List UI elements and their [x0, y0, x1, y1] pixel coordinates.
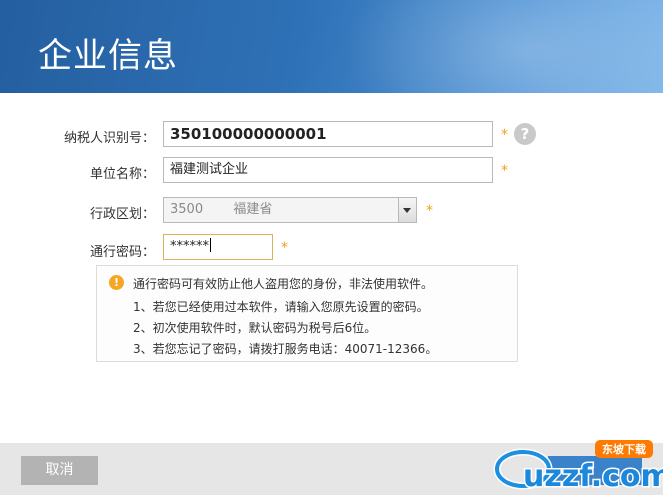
notice-item: 3、若您忘记了密码，请拨打服务电话：40071-12366。	[133, 342, 438, 356]
region-required-mark: *	[426, 203, 433, 219]
password-label: 通行密码：	[89, 245, 155, 260]
tax-id-label: 纳税人识别号：	[63, 131, 155, 146]
watermark-text: uzzf.com	[523, 459, 663, 494]
tax-id-input[interactable]: 350100000000001	[163, 121, 493, 147]
region-name: 福建省	[233, 202, 273, 217]
company-name-label: 单位名称：	[89, 167, 155, 182]
region-select[interactable]: 3500 福建省	[163, 197, 417, 223]
chevron-down-icon[interactable]	[398, 198, 416, 222]
region-code: 3500	[170, 202, 204, 217]
watermark-logo: uzzf.com 东坡下载	[493, 440, 663, 495]
dialog-header: 企业信息	[0, 0, 663, 93]
help-icon[interactable]: ?	[514, 123, 536, 145]
notice-headline: 通行密码可有效防止他人盗用您的身份，非法使用软件。	[133, 277, 434, 291]
tax-id-required-mark: *	[501, 127, 508, 143]
password-value: ******	[170, 239, 209, 254]
warning-icon: !	[109, 275, 124, 290]
notice-item: 2、初次使用软件时，默认密码为税号后6位。	[133, 321, 377, 335]
watermark-badge-text: 东坡下载	[602, 442, 646, 456]
password-required-mark: *	[281, 240, 288, 256]
company-name-required-mark: *	[501, 163, 508, 179]
password-notice: ! 通行密码可有效防止他人盗用您的身份，非法使用软件。 1、若您已经使用过本软件…	[96, 265, 518, 362]
header-highlight	[343, 0, 663, 93]
notice-item: 1、若您已经使用过本软件，请输入您原先设置的密码。	[133, 300, 429, 314]
company-name-input[interactable]: 福建测试企业	[163, 157, 493, 183]
region-label: 行政区划：	[89, 207, 155, 222]
text-caret	[210, 238, 211, 252]
page-title: 企业信息	[38, 36, 178, 76]
cancel-button[interactable]: 取消	[21, 456, 98, 485]
password-input[interactable]: ******	[163, 234, 273, 260]
